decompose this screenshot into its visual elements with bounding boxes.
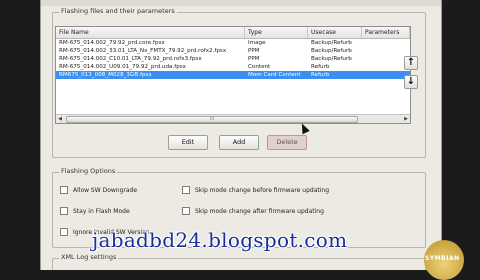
xml-log-settings-group: XML Log settings	[52, 253, 426, 270]
file-name-cell: RM-675_014.002_33.01_LTA_Nx_FMTX_79.92_p…	[59, 48, 227, 54]
usecase-cell: Backup/Refurb	[311, 56, 352, 62]
allow-sw-downgrade-checkbox[interactable]: Allow SW Downgrade	[60, 185, 138, 195]
table-row[interactable]: RM-675_014.002_C10.01_LTA_79.92_prd.rofx…	[56, 55, 410, 63]
parameters-cell	[362, 71, 410, 79]
flashing-files-group-title: Flashing files and their parameters	[59, 7, 177, 15]
scroll-right-icon[interactable]: ▶	[402, 115, 410, 123]
column-header-parameters[interactable]: Parameters	[362, 27, 410, 38]
checkbox-box[interactable]	[60, 206, 68, 215]
table-row[interactable]: RM-675_014.002_33.01_LTA_Nx_FMTX_79.92_p…	[56, 47, 410, 55]
allow-sw-downgrade-label: Allow SW Downgrade	[73, 187, 138, 194]
skip-mode-change-before-checkbox[interactable]: Skip mode change before firmware updatin…	[182, 185, 330, 195]
checkbox-box[interactable]	[60, 185, 68, 194]
flashing-options-group-title: Flashing Options	[59, 167, 118, 175]
type-cell: PPM	[248, 48, 260, 54]
symbian-logo-text: SYMBIAN	[425, 255, 460, 262]
type-cell: Image	[248, 40, 266, 46]
parameters-cell	[362, 55, 410, 63]
table-row-selected[interactable]: RM675_013_008_M028_3GB.fpsx Mem Card Con…	[56, 71, 410, 79]
stay-in-flash-mode-checkbox[interactable]: Stay in Flash Mode	[60, 206, 130, 216]
skip-mode-change-after-checkbox[interactable]: Skip mode change after firmware updating	[182, 206, 324, 216]
move-down-button[interactable]: ↓	[404, 75, 418, 89]
watermark-text: jabadbd24.blogspot.com	[92, 228, 348, 252]
parameters-cell	[362, 63, 410, 71]
stay-in-flash-mode-label: Stay in Flash Mode	[73, 208, 130, 215]
edit-button[interactable]: Edit	[168, 135, 208, 150]
checkbox-box[interactable]	[182, 206, 190, 215]
window-top-strip	[41, 0, 441, 6]
column-header-file-name[interactable]: File Name	[56, 27, 245, 38]
checkbox-box[interactable]	[182, 185, 190, 194]
column-header-type[interactable]: Type	[245, 27, 308, 38]
usecase-cell: Refurb	[311, 64, 330, 70]
usecase-cell: Refurb	[311, 72, 330, 78]
move-up-button[interactable]: ↑	[404, 56, 418, 70]
type-cell: Mem Card Content	[248, 72, 301, 78]
scroll-left-icon[interactable]: ◀	[56, 115, 64, 123]
usecase-cell: Backup/Refurb	[311, 40, 352, 46]
file-name-cell: RM-675_014.002_79.92_prd.core.fpsx	[59, 40, 165, 46]
files-list-view[interactable]: File Name Type Usecase Parameters RM-675…	[55, 26, 411, 124]
type-cell: PPM	[248, 56, 260, 62]
checkbox-box[interactable]	[60, 227, 68, 236]
horizontal-scrollbar[interactable]: ◀ III ▶	[56, 114, 410, 123]
list-header: File Name Type Usecase Parameters	[56, 27, 410, 39]
parameters-cell	[362, 47, 410, 55]
file-name-cell: RM675_013_008_M028_3GB.fpsx	[59, 72, 152, 78]
column-header-usecase[interactable]: Usecase	[308, 27, 362, 38]
file-name-cell: RM-675_014.002_U09.01_79.92_prd.uda.fpsx	[59, 64, 186, 70]
skip-mode-change-after-label: Skip mode change after firmware updating	[195, 208, 324, 215]
table-row[interactable]: RM-675_014.002_79.92_prd.core.fpsx Image…	[56, 39, 410, 47]
file-name-cell: RM-675_014.002_C10.01_LTA_79.92_prd.rofx…	[59, 56, 202, 62]
skip-mode-change-before-label: Skip mode change before firmware updatin…	[195, 187, 330, 194]
type-cell: Content	[248, 64, 271, 70]
xml-log-settings-group-title: XML Log settings	[59, 253, 119, 261]
usecase-cell: Backup/Refurb	[311, 48, 352, 54]
parameters-cell	[362, 39, 410, 47]
table-row[interactable]: RM-675_014.002_U09.01_79.92_prd.uda.fpsx…	[56, 63, 410, 71]
add-button[interactable]: Add	[219, 135, 259, 150]
delete-button[interactable]: Delete	[267, 135, 307, 150]
scrollbar-thumb[interactable]: III	[66, 116, 358, 123]
